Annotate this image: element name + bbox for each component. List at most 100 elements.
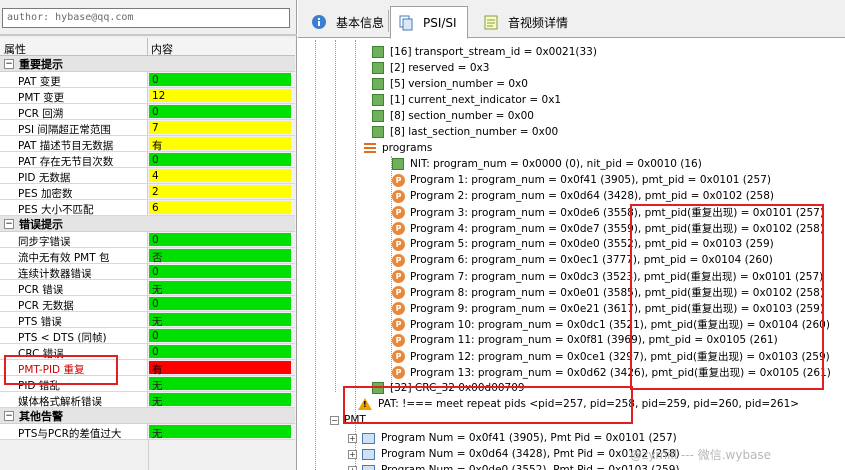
program-node-icon: P bbox=[392, 173, 405, 187]
property-row[interactable]: PAT 存在无节目次数 0 bbox=[0, 152, 295, 168]
pat-field-node[interactable]: [16] transport_stream_id = 0x0021(33) bbox=[372, 44, 597, 60]
property-name: PMT 变更 bbox=[0, 88, 148, 103]
pat-field-node[interactable]: [5] version_number = 0x0 bbox=[372, 76, 528, 92]
field-node-icon bbox=[372, 126, 384, 138]
tab-basic-info[interactable]: 基本信息 bbox=[304, 6, 394, 38]
tree-connector bbox=[315, 40, 316, 470]
tree-node-label: [5] version_number = 0x0 bbox=[390, 78, 528, 90]
property-group-header[interactable]: − 错误提示 bbox=[0, 216, 295, 232]
program-node[interactable]: P Program 1: program_num = 0x0f41 (3905),… bbox=[392, 172, 771, 188]
property-row[interactable]: 媒体格式解析错误无 bbox=[0, 392, 295, 408]
property-value: 7 bbox=[149, 121, 291, 134]
property-group-header[interactable]: − 重要提示 bbox=[0, 56, 295, 72]
property-value: 0 bbox=[149, 345, 291, 358]
annotation-box-repeated-pids bbox=[630, 204, 824, 390]
program-node[interactable]: P Program 2: program_num = 0x0d64 (3428),… bbox=[392, 188, 774, 204]
property-value: 0 bbox=[149, 329, 291, 342]
tree-node-label: [1] current_next_indicator = 0x1 bbox=[390, 94, 562, 106]
property-name: PES 加密数 bbox=[0, 184, 148, 199]
pat-field-node[interactable]: [2] reserved = 0x3 bbox=[372, 60, 489, 76]
author-field[interactable]: author: hybase@qq.com bbox=[2, 8, 290, 28]
property-row[interactable]: PMT 变更 12 bbox=[0, 88, 295, 104]
tree-node-label: Program Num = 0x0de0 (3552), Pmt Pid = 0… bbox=[381, 464, 680, 470]
column-header-value[interactable]: 内容 bbox=[148, 38, 295, 56]
property-row[interactable]: PCR 无数据 0 bbox=[0, 296, 295, 312]
tab-label: PSI/SI bbox=[423, 15, 457, 30]
collapse-toggle-icon[interactable]: − bbox=[4, 58, 14, 69]
tree-node-label: [8] section_number = 0x00 bbox=[390, 110, 534, 122]
property-value: 无 bbox=[149, 425, 291, 440]
annotation-box-pat-warning bbox=[343, 386, 633, 424]
tree-node-label: [16] transport_stream_id = 0x0021(33) bbox=[390, 46, 597, 58]
panel-splitter[interactable] bbox=[0, 34, 297, 36]
property-row[interactable]: PTS与PCR的差值过大无 bbox=[0, 424, 295, 440]
property-name: 媒体格式解析错误 bbox=[0, 392, 148, 407]
property-row[interactable]: PAT 变更 0 bbox=[0, 72, 295, 88]
pmt-program-node[interactable]: + Program Num = 0x0de0 (3552), Pmt Pid = … bbox=[348, 462, 680, 470]
tab-av-details[interactable]: 音视频详情 bbox=[476, 6, 578, 38]
property-name: 流中无有效 PMT 包 bbox=[0, 248, 148, 263]
property-value: 无 bbox=[149, 377, 291, 392]
property-row[interactable]: 流中无有效 PMT 包否 bbox=[0, 248, 295, 264]
collapse-toggle-icon[interactable]: − bbox=[4, 410, 14, 421]
property-row[interactable]: PES 加密数 2 bbox=[0, 184, 295, 200]
column-header-name[interactable]: 属性 bbox=[0, 38, 148, 56]
list-icon bbox=[364, 142, 376, 154]
property-row[interactable]: PES 大小不匹配 6 bbox=[0, 200, 295, 216]
tree-node-label: programs bbox=[382, 142, 433, 154]
property-row[interactable]: PSI 间隔超正常范围 7 bbox=[0, 120, 295, 136]
expand-toggle-icon[interactable]: − bbox=[330, 415, 339, 425]
property-value: 0 bbox=[149, 297, 291, 310]
property-value: 无 bbox=[149, 393, 291, 408]
property-name: PSI 间隔超正常范围 bbox=[0, 120, 148, 135]
tab-psi-si[interactable]: PSI/SI bbox=[390, 6, 468, 39]
property-name: PES 大小不匹配 bbox=[0, 200, 148, 215]
property-name: PCR 回溯 bbox=[0, 104, 148, 119]
property-row[interactable]: PTS < DTS (同帧) 0 bbox=[0, 328, 295, 344]
property-row[interactable]: 同步字错误 0 bbox=[0, 232, 295, 248]
property-name: PID 无数据 bbox=[0, 168, 148, 183]
property-name: 同步字错误 bbox=[0, 232, 148, 247]
tree-connector bbox=[335, 40, 336, 392]
property-value: 0 bbox=[149, 73, 291, 86]
property-value: 无 bbox=[149, 313, 291, 328]
property-row[interactable]: PAT 描述节目无数据有 bbox=[0, 136, 295, 152]
property-row[interactable]: 连续计数器错误 0 bbox=[0, 264, 295, 280]
property-name: PAT 存在无节目次数 bbox=[0, 152, 148, 167]
properties-panel: author: hybase@qq.com 属性 内容 − 重要提示 PAT 变更 0… bbox=[0, 0, 297, 470]
tree-node-label: NIT: program_num = 0x0000 (0), nit_pid =… bbox=[410, 158, 702, 170]
property-value: 4 bbox=[149, 169, 291, 182]
property-name: PCR 错误 bbox=[0, 280, 148, 295]
property-value: 无 bbox=[149, 281, 291, 296]
program-node-icon: P bbox=[392, 333, 405, 347]
expand-toggle-icon[interactable]: + bbox=[348, 449, 357, 459]
tree-node-label: Program Num = 0x0f41 (3905), Pmt Pid = 0… bbox=[381, 432, 677, 444]
program-icon bbox=[362, 464, 375, 470]
property-row[interactable]: PID 无数据 4 bbox=[0, 168, 295, 184]
pat-field-node[interactable]: [1] current_next_indicator = 0x1 bbox=[372, 92, 561, 108]
property-row[interactable]: PCR 回溯 0 bbox=[0, 104, 295, 120]
property-group-header[interactable]: − 其他告警 bbox=[0, 408, 295, 424]
property-row[interactable]: PTS 错误无 bbox=[0, 312, 295, 328]
program-node-icon: P bbox=[392, 317, 405, 331]
nit-node[interactable]: NIT: program_num = 0x0000 (0), nit_pid =… bbox=[392, 156, 702, 172]
programs-node[interactable]: programs bbox=[364, 140, 432, 156]
expand-toggle-icon[interactable]: + bbox=[348, 465, 357, 470]
pmt-program-node[interactable]: + Program Num = 0x0f41 (3905), Pmt Pid = … bbox=[348, 430, 677, 446]
expand-toggle-icon[interactable]: + bbox=[348, 433, 357, 443]
column-divider bbox=[148, 440, 149, 470]
pat-field-node[interactable]: [8] section_number = 0x00 bbox=[372, 108, 534, 124]
program-node-icon: P bbox=[392, 221, 405, 235]
program-node-icon: P bbox=[392, 205, 405, 219]
property-row[interactable]: PCR 错误无 bbox=[0, 280, 295, 296]
tab-separator bbox=[388, 10, 389, 32]
program-node-icon: P bbox=[392, 301, 405, 315]
pat-field-node[interactable]: [8] last_section_number = 0x00 bbox=[372, 124, 558, 140]
tree-node-label: Program 2: program_num = 0x0d64 (3428), … bbox=[410, 190, 774, 202]
property-name: PAT 变更 bbox=[0, 72, 148, 87]
property-value: 0 bbox=[149, 105, 291, 118]
program-icon bbox=[362, 432, 375, 444]
property-group-title: 错误提示 bbox=[19, 217, 63, 231]
program-node-icon: P bbox=[392, 237, 405, 251]
collapse-toggle-icon[interactable]: − bbox=[4, 218, 14, 229]
